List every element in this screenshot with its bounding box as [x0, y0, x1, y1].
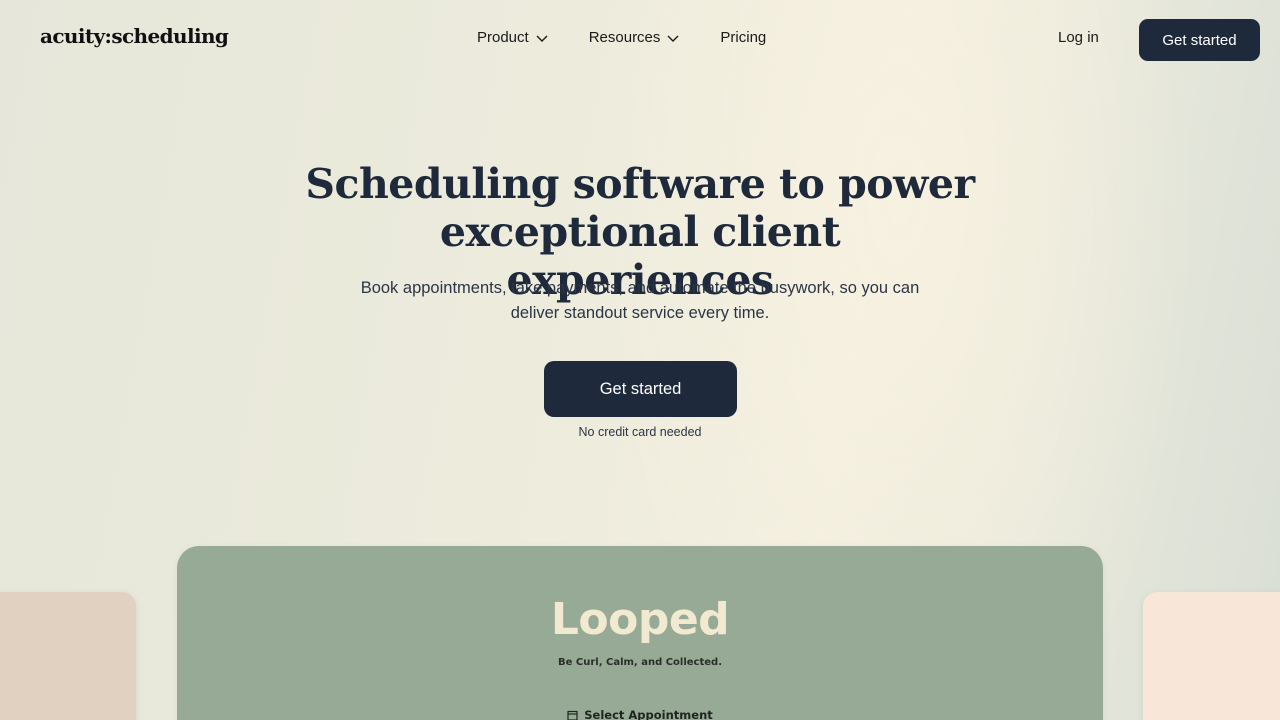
nav-pricing[interactable]: Pricing [720, 29, 766, 46]
brand-tagline: Be Curl, Calm, and Collected. [558, 657, 722, 668]
hero-subtitle-line-1: Book appointments, take payments, and au… [360, 279, 920, 297]
header-get-started-button[interactable]: Get started [1139, 19, 1260, 61]
hero-subtitle-line-2: deliver standout service every time. [510, 304, 770, 322]
acuity-logo[interactable]: acuity:scheduling [40, 24, 229, 48]
nav-resources[interactable]: Resources [589, 29, 681, 46]
chevron-down-icon [667, 35, 679, 42]
hero-subtitle: Book appointments, take payments, and au… [340, 276, 940, 326]
hero-title-line-1: Scheduling software to power [305, 160, 975, 208]
nav-pricing-label: Pricing [720, 29, 767, 46]
login-link[interactable]: Log in [1058, 29, 1099, 46]
select-appointment-label: Select Appointment [584, 708, 713, 720]
hero-get-started-button[interactable]: Get started [544, 361, 737, 417]
showcase-card-right [1143, 592, 1280, 720]
brand-name: Looped [550, 594, 730, 645]
select-appointment[interactable]: Select Appointment [177, 708, 1103, 720]
no-credit-card-note: No credit card needed [578, 425, 702, 439]
chevron-down-icon [536, 35, 548, 42]
nav-product[interactable]: Product [477, 29, 549, 46]
site-header: acuity:scheduling Product Resources Pric… [0, 0, 1280, 76]
main-nav: Product Resources Pricing [477, 29, 806, 46]
showcase-card-left [0, 592, 136, 720]
calendar-icon [567, 710, 578, 720]
showcase-card-main: Looped Be Curl, Calm, and Collected. Sel… [177, 546, 1103, 720]
nav-product-label: Product [477, 29, 529, 46]
nav-resources-label: Resources [588, 29, 661, 46]
